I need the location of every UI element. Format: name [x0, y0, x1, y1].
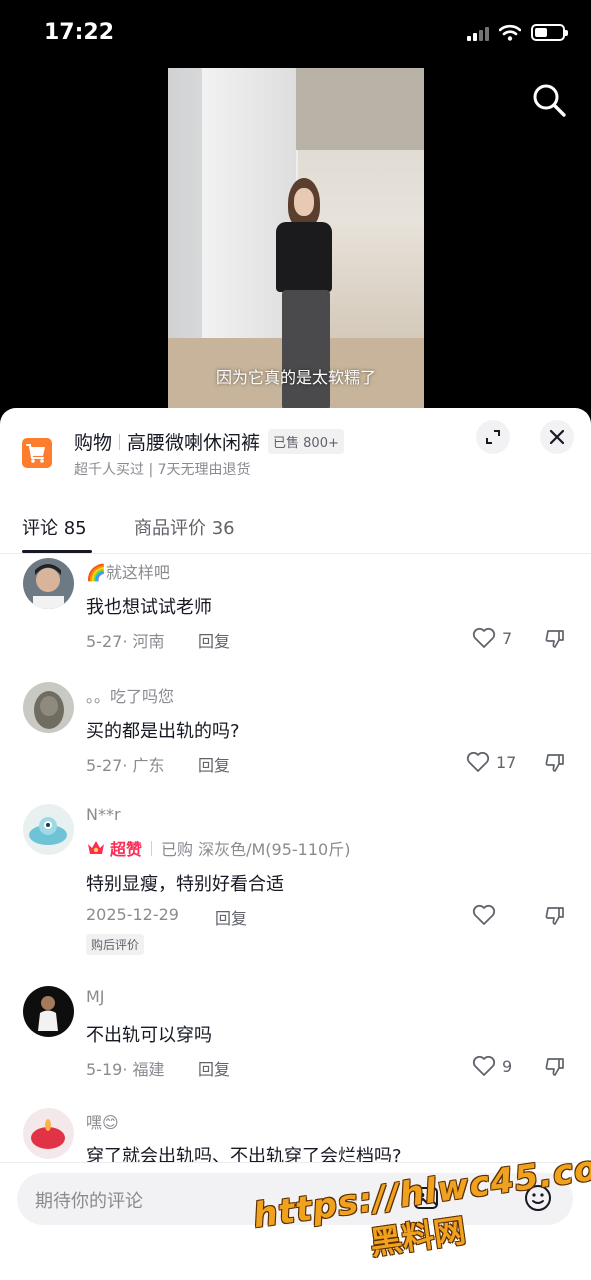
- product-header[interactable]: 购物 高腰微喇休闲裤 已售 800+ 超千人买过 | 7天无理由退货: [0, 408, 591, 494]
- close-icon: [549, 429, 565, 445]
- comment-text: 特别显瘦，特别好看合适: [86, 874, 284, 895]
- comment-meta: 5-19· 福建: [86, 1060, 165, 1079]
- signal-icon: [467, 25, 489, 41]
- cartoon-avatar[interactable]: [23, 804, 74, 855]
- battery-level: [535, 28, 547, 37]
- comment-item: MJ 不出轨可以穿吗 5-19· 福建 回复 9: [0, 986, 591, 1096]
- statue-avatar[interactable]: [23, 682, 74, 733]
- status-time: 17:22: [44, 20, 115, 45]
- badge-divider: [151, 840, 153, 856]
- purchase-info: 已购 深灰色/M(95-110斤): [161, 840, 351, 859]
- model-face: [294, 188, 314, 216]
- tab-product-reviews[interactable]: 商品评价 36: [134, 514, 235, 540]
- video-caption: 因为它真的是太软糯了: [215, 368, 376, 387]
- sold-badge: 已售 800+: [268, 429, 344, 454]
- like-button[interactable]: 9: [472, 1055, 512, 1077]
- like-button[interactable]: [472, 904, 502, 926]
- tab-comments[interactable]: 评论 85: [22, 514, 87, 540]
- person-avatar[interactable]: [23, 986, 74, 1037]
- comment-text: 买的都是出轨的吗?: [86, 721, 240, 742]
- video-loft: [296, 68, 424, 150]
- product-category: 购物: [74, 432, 113, 454]
- comment-text: 我也想试试老师: [86, 597, 212, 618]
- cart-icon: [22, 438, 52, 468]
- comment-username[interactable]: MJ: [86, 987, 105, 1006]
- model-pants: [282, 290, 330, 410]
- expand-button[interactable]: [476, 420, 510, 454]
- like-count: 7: [502, 628, 513, 648]
- comment-meta: 2025-12-29: [86, 905, 179, 924]
- product-name: 高腰微喇休闲裤: [127, 432, 261, 454]
- wifi-icon: [499, 24, 521, 41]
- like-button[interactable]: 17: [466, 751, 516, 773]
- heart-icon: [472, 904, 496, 925]
- title-divider: [119, 433, 121, 450]
- status-icons: [467, 24, 568, 41]
- comment-item: 嘿😊 穿了就会出轨吗、不出轨穿了会烂档吗?: [0, 1108, 591, 1168]
- super-like-badge: 超赞: [110, 840, 143, 859]
- model-top: [276, 222, 332, 292]
- comment-username[interactable]: N**r: [86, 805, 121, 824]
- like-count: 9: [502, 1056, 513, 1076]
- candle-avatar[interactable]: [23, 1108, 74, 1159]
- search-icon[interactable]: [531, 82, 567, 118]
- reply-button[interactable]: 回复: [198, 1056, 230, 1080]
- comment-text: 不出轨可以穿吗: [86, 1025, 212, 1046]
- heart-icon: [466, 751, 490, 772]
- comment-username[interactable]: 。。吃了吗您: [86, 683, 174, 707]
- reply-button[interactable]: 回复: [215, 905, 247, 929]
- dislike-icon[interactable]: [544, 628, 566, 650]
- heart-icon: [472, 1055, 496, 1076]
- close-button[interactable]: [540, 420, 574, 454]
- status-bar: 17:22: [0, 0, 591, 70]
- video-player[interactable]: 因为它真的是太软糯了: [168, 68, 424, 410]
- battery-icon: [531, 24, 568, 41]
- comment-username[interactable]: 🌈就这样吧: [86, 559, 170, 583]
- product-subtitle: 超千人买过 | 7天无理由退货: [74, 462, 251, 478]
- comment-input-placeholder: 期待你的评论: [35, 1191, 143, 1212]
- dislike-icon[interactable]: [544, 752, 566, 774]
- dislike-icon[interactable]: [544, 1056, 566, 1078]
- tab-bar: 评论 85 商品评价 36: [0, 504, 591, 554]
- expand-icon: [486, 430, 500, 444]
- like-count: 17: [496, 752, 517, 772]
- comment-username[interactable]: 嘿😊: [86, 1109, 119, 1133]
- review-badge-row: 超赞 已购 深灰色/M(95-110斤): [86, 836, 350, 860]
- heart-icon: [472, 627, 496, 648]
- post-purchase-tag: 购后评价: [86, 934, 145, 955]
- product-title-row: 购物 高腰微喇休闲裤 已售 800+: [74, 428, 344, 455]
- man-avatar[interactable]: [23, 558, 74, 609]
- dislike-icon[interactable]: [544, 905, 566, 927]
- comment-item: 。。吃了吗您 买的都是出轨的吗? 5-27· 广东 回复 17: [0, 682, 591, 792]
- comment-meta: 5-27· 广东: [86, 756, 165, 775]
- active-tab-indicator: [22, 550, 92, 553]
- comment-sheet: 购物 高腰微喇休闲裤 已售 800+ 超千人买过 | 7天无理由退货 评论 85…: [0, 408, 591, 1280]
- reply-button[interactable]: 回复: [198, 628, 230, 652]
- crown-icon: [88, 841, 104, 854]
- like-button[interactable]: 7: [472, 627, 512, 649]
- reply-button[interactable]: 回复: [198, 752, 230, 776]
- comment-item: N**r 超赞 已购 深灰色/M(95-110斤) 特别显瘦，特别好看合适 20…: [0, 804, 591, 964]
- comment-meta: 5-27· 河南: [86, 632, 165, 651]
- comment-item: 🌈就这样吧 我也想试试老师 5-27· 河南 回复 7: [0, 558, 591, 668]
